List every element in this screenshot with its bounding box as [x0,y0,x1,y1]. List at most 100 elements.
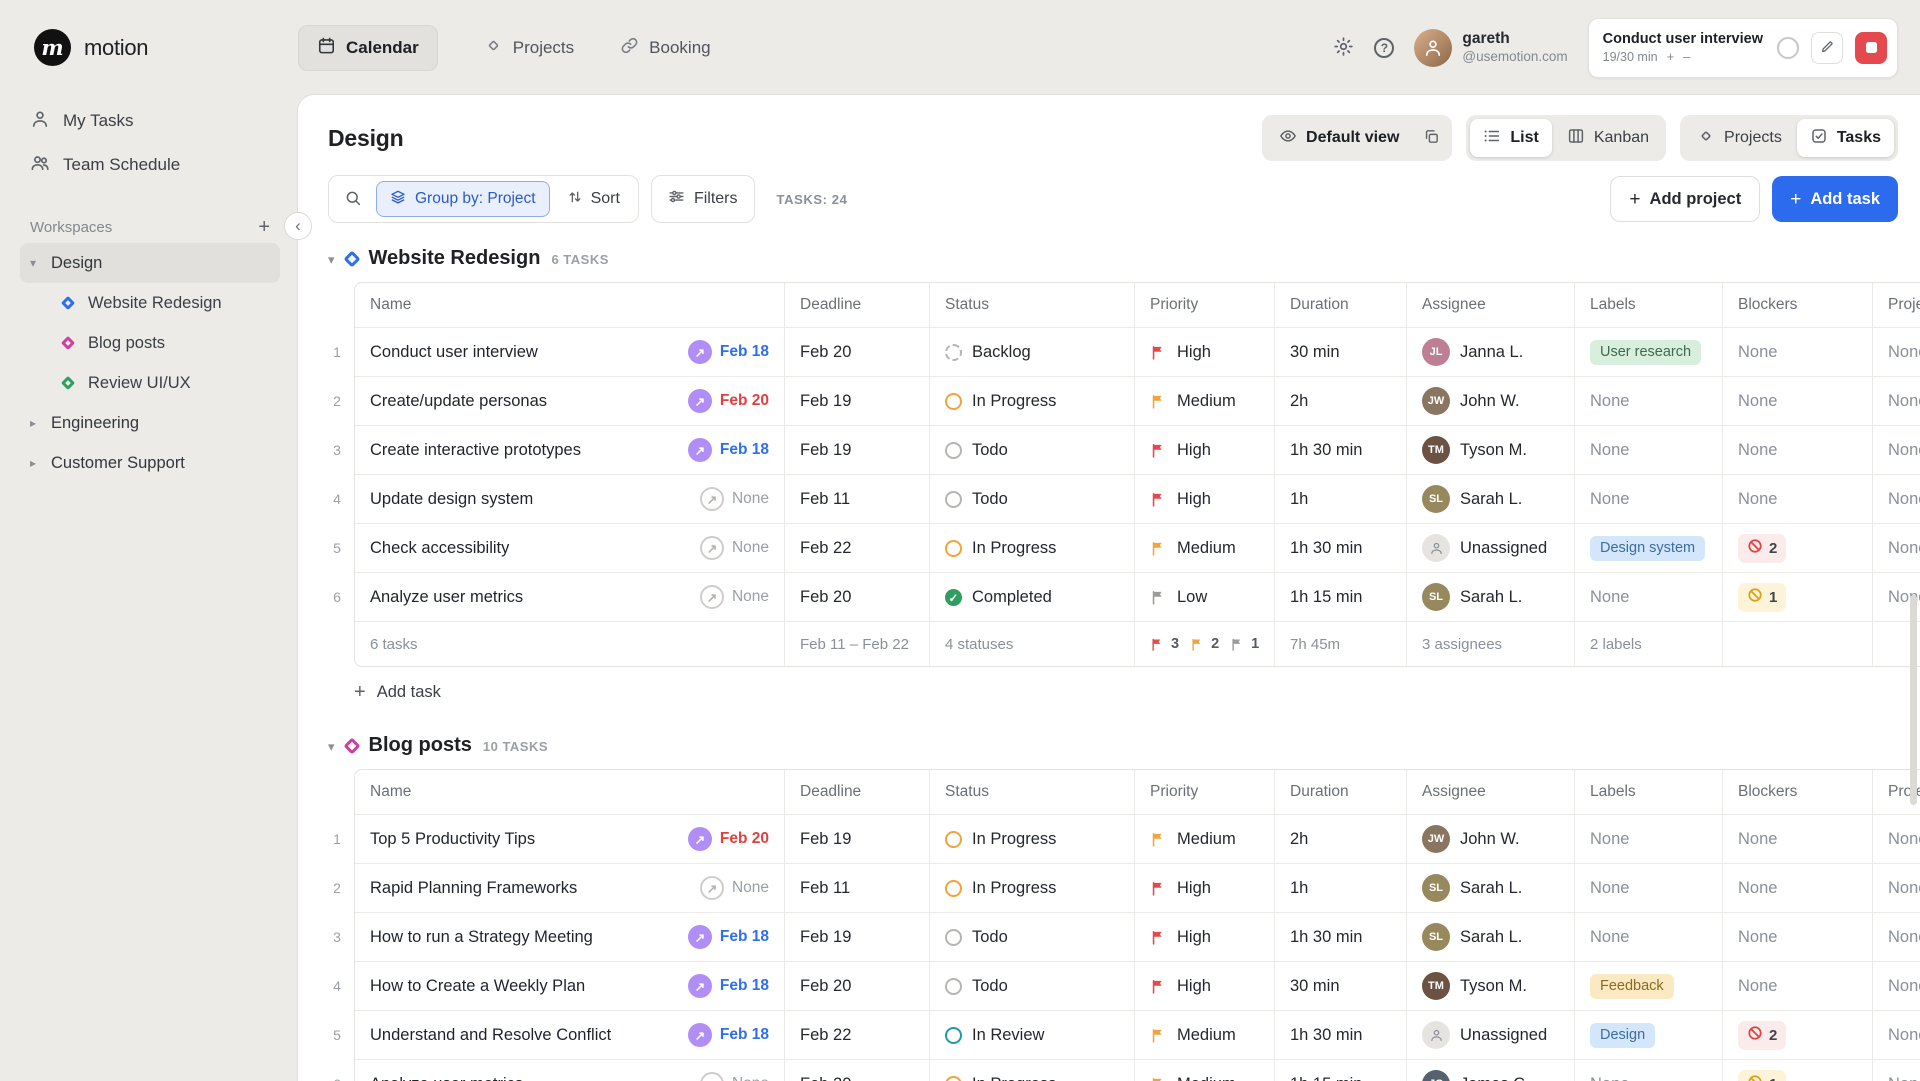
blockers-cell[interactable]: None [1723,815,1873,863]
assignee-cell[interactable]: JLJanna L. [1407,328,1575,376]
filters-button[interactable]: Filters [651,175,755,223]
projects-cell[interactable]: None [1873,815,1920,863]
projects-cell[interactable]: None [1873,475,1920,523]
priority-cell[interactable]: Medium [1135,815,1275,863]
task-row[interactable]: 1Top 5 Productivity Tips↗Feb 20Feb 19In … [355,815,1920,864]
motion-logo[interactable]: m motion [34,29,298,66]
deadline-cell[interactable]: Feb 19 [785,913,930,961]
labels-cell[interactable]: None [1575,475,1723,523]
group-by-button[interactable]: Group by: Project [376,181,550,217]
column-header[interactable]: Blockers [1723,770,1873,814]
label-pill[interactable]: User research [1590,340,1701,365]
blockers-cell[interactable]: None [1723,328,1873,376]
column-header[interactable]: Name [355,770,785,814]
deadline-cell[interactable]: Feb 20 [785,573,930,621]
task-row[interactable]: 3Create interactive prototypes↗Feb 18Feb… [355,426,1920,475]
task-row[interactable]: 1Conduct user interview↗Feb 18Feb 20Back… [355,328,1920,377]
task-row[interactable]: 6Analyze user metrics↗NoneFeb 20In Progr… [355,1060,1920,1081]
name-cell[interactable]: Rapid Planning Frameworks↗None [355,864,785,912]
add-project-button[interactable]: + Add project [1610,176,1760,222]
labels-cell[interactable]: None [1575,426,1723,474]
schedule-pill[interactable]: ↗Feb 18 [688,340,769,364]
priority-cell[interactable]: Medium [1135,377,1275,425]
task-row[interactable]: 2Rapid Planning Frameworks↗NoneFeb 11In … [355,864,1920,913]
blockers-cell[interactable]: None [1723,864,1873,912]
sort-button[interactable]: Sort [554,181,633,217]
deadline-cell[interactable]: Feb 19 [785,377,930,425]
assignee-cell[interactable]: Unassigned [1407,524,1575,572]
column-header[interactable]: Deadline [785,283,930,327]
blocker-indicator[interactable]: 1 [1738,1070,1786,1081]
column-header[interactable]: Duration [1275,770,1407,814]
task-row[interactable]: 2Create/update personas↗Feb 20Feb 19In P… [355,377,1920,426]
assignee-cell[interactable]: TMTyson M. [1407,962,1575,1010]
assignee-cell[interactable]: Unassigned [1407,1011,1575,1059]
add-task-inline-button[interactable]: + Add task [354,681,441,704]
status-cell[interactable]: Todo [930,475,1135,523]
assignee-cell[interactable]: SLSarah L. [1407,573,1575,621]
projects-cell[interactable]: None [1873,1011,1920,1059]
edit-task-button[interactable] [1811,32,1843,64]
status-cell[interactable]: In Progress [930,815,1135,863]
name-cell[interactable]: Top 5 Productivity Tips↗Feb 20 [355,815,785,863]
column-header[interactable]: Priority [1135,283,1275,327]
timer-decrease-button[interactable]: – [1683,49,1690,64]
status-cell[interactable]: In Progress [930,524,1135,572]
projects-cell[interactable]: None [1873,524,1920,572]
stop-timer-button[interactable] [1855,32,1887,64]
schedule-pill[interactable]: ↗None [700,487,769,511]
name-cell[interactable]: Update design system↗None [355,475,785,523]
schedule-pill[interactable]: ↗Feb 20 [688,389,769,413]
sidebar-item-my-tasks[interactable]: My Tasks [20,99,280,143]
status-cell[interactable]: Todo [930,962,1135,1010]
duration-cell[interactable]: 1h 30 min [1275,913,1407,961]
nav-booking[interactable]: Booking [620,36,710,60]
status-cell[interactable]: In Progress [930,1060,1135,1081]
priority-cell[interactable]: High [1135,864,1275,912]
sidebar-item-team-schedule[interactable]: Team Schedule [20,143,280,187]
blockers-cell[interactable]: None [1723,475,1873,523]
labels-cell[interactable]: None [1575,377,1723,425]
priority-cell[interactable]: High [1135,426,1275,474]
help-button[interactable]: ? [1374,38,1394,58]
projects-cell[interactable]: None [1873,426,1920,474]
deadline-cell[interactable]: Feb 22 [785,1011,930,1059]
blockers-cell[interactable]: None [1723,426,1873,474]
schedule-pill[interactable]: ↗None [700,1072,769,1081]
task-row[interactable]: 5Check accessibility↗NoneFeb 22In Progre… [355,524,1920,573]
projects-toggle[interactable]: Projects [1684,119,1795,157]
column-header[interactable]: Assignee [1407,770,1575,814]
group-header[interactable]: ▾ Blog posts 10 TASKS [328,734,1920,757]
column-header[interactable]: Labels [1575,770,1723,814]
project-blog-posts[interactable]: Blog posts [20,323,280,363]
priority-cell[interactable]: Low [1135,573,1275,621]
duration-cell[interactable]: 2h [1275,377,1407,425]
kanban-view-button[interactable]: Kanban [1554,119,1662,157]
name-cell[interactable]: Conduct user interview↗Feb 18 [355,328,785,376]
priority-cell[interactable]: Medium [1135,1060,1275,1081]
tasks-toggle[interactable]: Tasks [1797,119,1894,157]
assignee-cell[interactable]: TMTyson M. [1407,426,1575,474]
duplicate-view-button[interactable] [1414,121,1448,155]
labels-cell[interactable]: Design [1575,1011,1723,1059]
column-header[interactable]: Duration [1275,283,1407,327]
priority-cell[interactable]: Medium [1135,1011,1275,1059]
name-cell[interactable]: Create/update personas↗Feb 20 [355,377,785,425]
schedule-pill[interactable]: ↗Feb 18 [688,925,769,949]
duration-cell[interactable]: 1h [1275,475,1407,523]
schedule-pill[interactable]: ↗None [700,536,769,560]
duration-cell[interactable]: 1h [1275,864,1407,912]
label-pill[interactable]: Design system [1590,536,1705,561]
schedule-pill[interactable]: ↗None [700,585,769,609]
deadline-cell[interactable]: Feb 20 [785,1060,930,1081]
status-cell[interactable]: ✓Completed [930,573,1135,621]
label-pill[interactable]: Feedback [1590,974,1674,999]
settings-button[interactable] [1333,36,1354,60]
projects-cell[interactable]: None [1873,913,1920,961]
blocker-indicator[interactable]: 2 [1738,534,1786,563]
assignee-cell[interactable]: JWJohn W. [1407,377,1575,425]
status-cell[interactable]: Backlog [930,328,1135,376]
labels-cell[interactable]: Design system [1575,524,1723,572]
labels-cell[interactable]: None [1575,1060,1723,1081]
name-cell[interactable]: Check accessibility↗None [355,524,785,572]
